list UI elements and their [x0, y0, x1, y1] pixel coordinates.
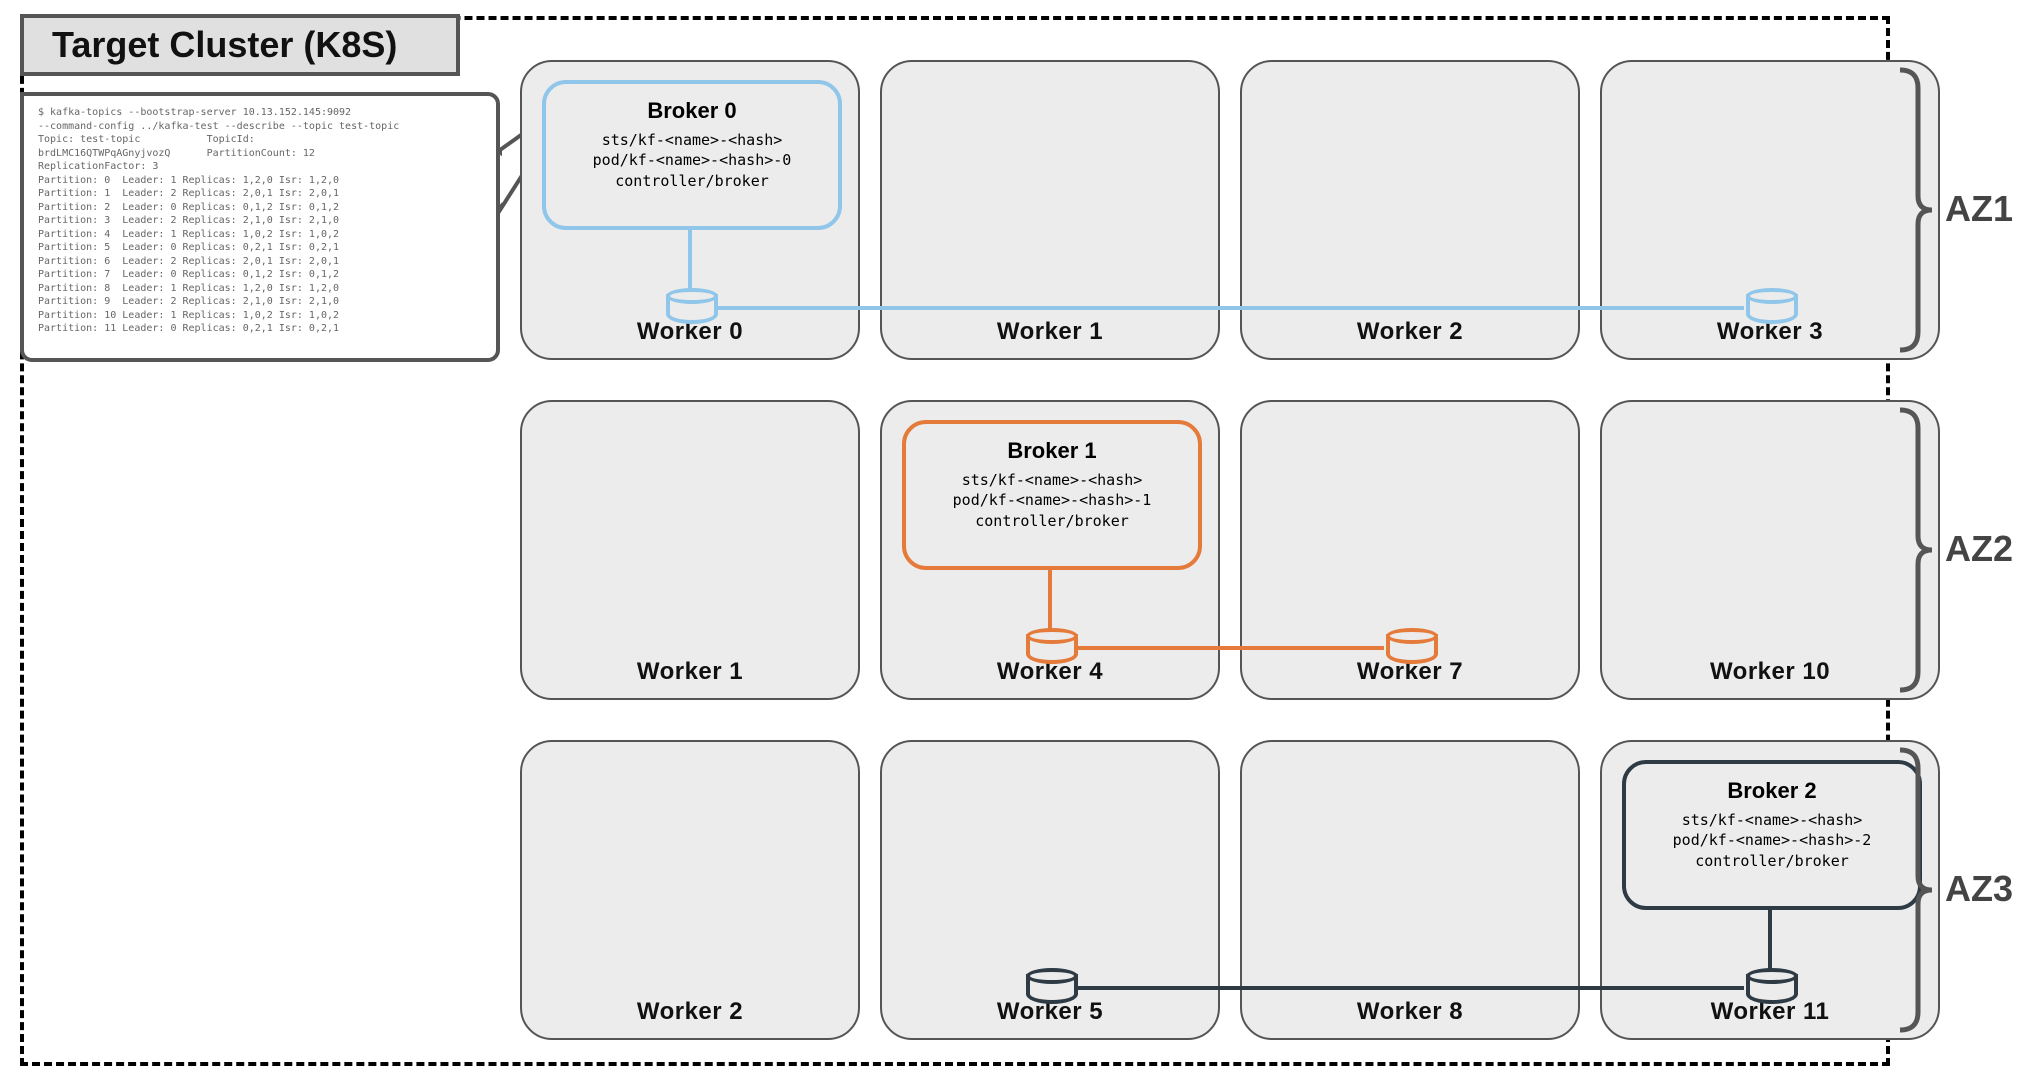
worker-node: Worker 1	[520, 400, 860, 700]
worker-label: Worker 2	[1242, 318, 1578, 346]
worker-label: Worker 1	[522, 658, 858, 686]
broker-detail-line: sts/kf-<name>-<hash>	[906, 470, 1198, 490]
worker-label: Worker 1	[882, 318, 1218, 346]
broker-box: Broker 0 sts/kf-<name>-<hash>pod/kf-<name…	[542, 80, 842, 230]
az-label: AZ2	[1945, 528, 2013, 570]
worker-node: Worker 7	[1240, 400, 1580, 700]
broker-detail-line: pod/kf-<name>-<hash>-1	[906, 490, 1198, 510]
broker-detail-line: sts/kf-<name>-<hash>	[546, 130, 838, 150]
worker-node: Worker 8	[1240, 740, 1580, 1040]
worker-label: Worker 10	[1602, 658, 1938, 686]
broker-box: Broker 2 sts/kf-<name>-<hash>pod/kf-<name…	[1622, 760, 1922, 910]
storage-drive-icon	[666, 288, 718, 324]
az-label: AZ3	[1945, 868, 2013, 910]
worker-node: Worker 4Broker 1sts/kf-<name>-<hash>pod/…	[880, 400, 1220, 700]
worker-node: Worker 10	[1600, 400, 1940, 700]
terminal-output: $ kafka-topics --bootstrap-server 10.13.…	[20, 92, 500, 362]
worker-node: Worker 5	[880, 740, 1220, 1040]
worker-node: Worker 2	[1240, 60, 1580, 360]
worker-label: Worker 8	[1242, 998, 1578, 1026]
storage-drive-icon	[1026, 628, 1078, 664]
broker-detail-line: pod/kf-<name>-<hash>-0	[546, 150, 838, 170]
worker-node: Worker 1	[880, 60, 1220, 360]
storage-drive-icon	[1746, 288, 1798, 324]
broker-title: Broker 2	[1626, 778, 1918, 804]
worker-node: Worker 11Broker 2sts/kf-<name>-<hash>pod…	[1600, 740, 1940, 1040]
broker-title: Broker 1	[906, 438, 1198, 464]
worker-node: Worker 0Broker 0sts/kf-<name>-<hash>pod/…	[520, 60, 860, 360]
az-label: AZ1	[1945, 188, 2013, 230]
storage-drive-icon	[1746, 968, 1798, 1004]
worker-node: Worker 2	[520, 740, 860, 1040]
diagram-title-text: Target Cluster (K8S)	[52, 24, 397, 66]
broker-detail-line: controller/broker	[906, 511, 1198, 531]
worker-node: Worker 3	[1600, 60, 1940, 360]
broker-box: Broker 1 sts/kf-<name>-<hash>pod/kf-<name…	[902, 420, 1202, 570]
diagram-title: Target Cluster (K8S)	[20, 14, 460, 76]
storage-drive-icon	[1386, 628, 1438, 664]
broker-detail-line: pod/kf-<name>-<hash>-2	[1626, 830, 1918, 850]
storage-drive-icon	[1026, 968, 1078, 1004]
broker-title: Broker 0	[546, 98, 838, 124]
broker-detail-line: controller/broker	[546, 171, 838, 191]
worker-label: Worker 2	[522, 998, 858, 1026]
broker-detail-line: controller/broker	[1626, 851, 1918, 871]
broker-detail-line: sts/kf-<name>-<hash>	[1626, 810, 1918, 830]
